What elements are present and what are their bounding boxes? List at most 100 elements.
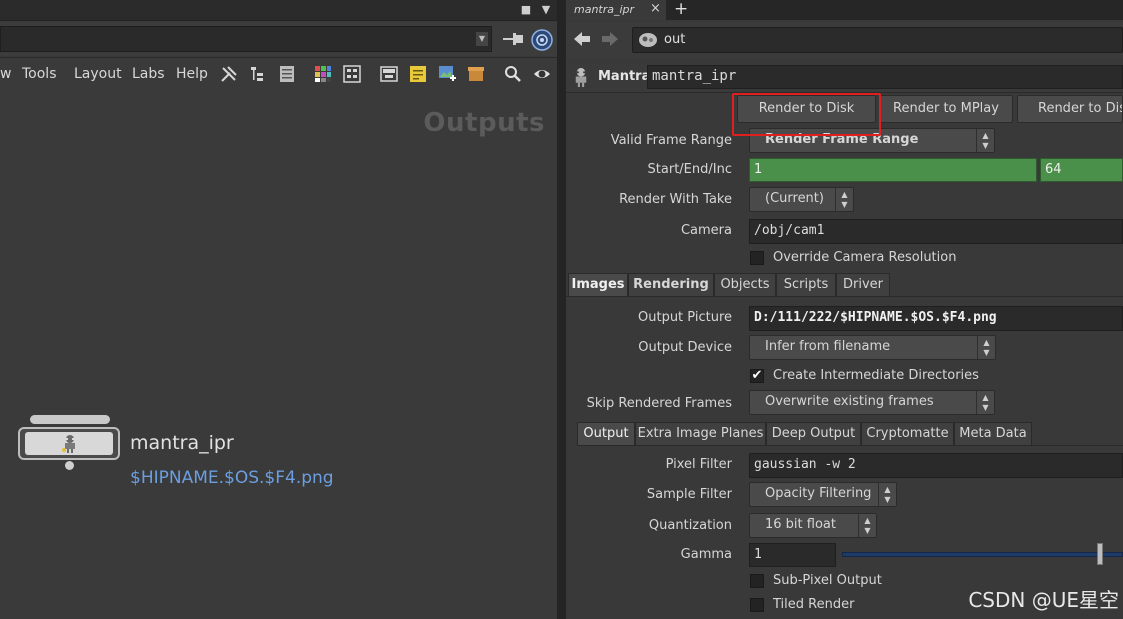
start-end-inc-label: Start/End/Inc — [647, 162, 732, 177]
render-to-mplay-button[interactable]: Render to MPlay — [879, 95, 1013, 123]
note-icon[interactable] — [409, 65, 427, 83]
pixel-filter-field[interactable]: gaussian -w 2 — [749, 453, 1123, 478]
camera-robot-icon — [62, 435, 75, 453]
output-context-icon — [639, 33, 657, 47]
valid-frame-range-label: Valid Frame Range — [610, 133, 732, 148]
override-camera-resolution-checkbox[interactable] — [750, 251, 764, 265]
menu-help[interactable]: Help — [176, 66, 208, 82]
add-tab-icon[interactable]: + — [674, 0, 688, 19]
updown-arrows-icon: ▲ ▼ — [976, 391, 994, 414]
menu-layout[interactable]: Layout — [74, 66, 122, 82]
node-header: Mantra mantra_ipr — [566, 62, 1123, 93]
node-input-bar[interactable] — [30, 415, 110, 424]
network-menubar: w Tools Layout Labs Help — [0, 57, 557, 91]
sample-filter-menu[interactable]: Opacity Filtering ▲ ▼ — [749, 482, 897, 507]
override-camera-resolution-label: Override Camera Resolution — [773, 250, 957, 265]
pane-menu-arrow-icon[interactable]: ▼ — [538, 2, 554, 18]
render-with-take-menu[interactable]: (Current) ▲ ▼ — [749, 187, 854, 212]
network-editor-canvas[interactable]: Outputs — [0, 90, 557, 619]
gamma-slider-track[interactable] — [842, 552, 1123, 557]
render-with-take-label: Render With Take — [619, 192, 732, 207]
updown-arrows-icon: ▲ ▼ — [878, 483, 896, 506]
updown-arrows-icon: ▲ ▼ — [976, 129, 994, 152]
back-arrow-icon[interactable] — [572, 30, 592, 48]
quantization-label: Quantization — [648, 518, 732, 533]
layout-icon[interactable] — [380, 65, 398, 83]
subtab-deep-output[interactable]: Deep Output — [766, 422, 861, 446]
tab-divider — [566, 296, 1123, 297]
skip-rendered-frames-value: Overwrite existing frames — [765, 394, 934, 409]
navigation-bar: out — [566, 22, 1123, 58]
tiled-render-checkbox[interactable] — [750, 598, 764, 612]
subtab-cryptomatte[interactable]: Cryptomatte — [861, 422, 954, 446]
sample-filter-value: Opacity Filtering — [765, 486, 872, 501]
render-with-take-value: (Current) — [765, 191, 824, 206]
camera-path-field[interactable]: /obj/cam1 — [749, 219, 1123, 244]
pane-divider[interactable] — [557, 0, 566, 619]
menu-labs[interactable]: Labs — [132, 66, 165, 82]
skip-rendered-frames-menu[interactable]: Overwrite existing frames ▲ ▼ — [749, 390, 995, 415]
grid-icon[interactable] — [343, 65, 361, 83]
search-icon[interactable] — [504, 65, 522, 83]
path-label: out — [664, 32, 686, 47]
eye-icon[interactable] — [533, 65, 551, 83]
end-frame-field[interactable]: 64 — [1040, 158, 1123, 182]
subtab-output[interactable]: Output — [577, 422, 635, 446]
output-picture-field[interactable]: D:/111/222/$HIPNAME.$OS.$F4.png — [749, 306, 1123, 331]
pin-icon[interactable] — [503, 30, 525, 48]
start-frame-field[interactable]: 1 — [749, 158, 1037, 182]
mantra-node-icon — [575, 68, 587, 87]
gamma-label: Gamma — [680, 547, 732, 562]
gamma-slider-handle[interactable] — [1097, 543, 1103, 565]
node-name-label[interactable]: mantra_ipr — [130, 432, 234, 454]
network-target-icon[interactable] — [531, 29, 553, 51]
pane-tab-mantra-ipr[interactable]: mantra_ipr × — [566, 0, 666, 20]
node-name-field[interactable]: mantra_ipr — [647, 65, 1123, 89]
tab-images[interactable]: Images — [568, 273, 628, 297]
path-bar: ▼ — [0, 22, 557, 56]
sub-pixel-output-label: Sub-Pixel Output — [773, 573, 882, 588]
close-icon[interactable]: × — [650, 1, 661, 16]
create-intermediate-directories-checkbox[interactable]: ✔ — [750, 369, 764, 383]
subtab-extra-image-planes[interactable]: Extra Image Planes — [635, 422, 766, 446]
sub-pixel-output-checkbox[interactable] — [750, 574, 764, 588]
quantization-menu[interactable]: 16 bit float ▲ ▼ — [749, 513, 877, 538]
subtab-meta-data[interactable]: Meta Data — [954, 422, 1032, 446]
output-device-label: Output Device — [638, 340, 732, 355]
menu-tools[interactable]: Tools — [22, 66, 57, 82]
render-to-disk-background-button[interactable]: Render to Disk — [1017, 95, 1123, 123]
tab-driver[interactable]: Driver — [836, 273, 890, 297]
image-add-icon[interactable] — [438, 65, 456, 83]
box-icon[interactable] — [467, 65, 485, 83]
output-picture-label: Output Picture — [638, 310, 732, 325]
updown-arrows-icon: ▲ ▼ — [858, 514, 876, 537]
network-pane: ■ ▼ ▼ w Tools Layout Labs Help Outputs m… — [0, 0, 557, 619]
camera-label: Camera — [680, 223, 732, 238]
list-icon[interactable] — [278, 65, 296, 83]
tab-rendering[interactable]: Rendering — [628, 273, 714, 297]
menu-view[interactable]: w — [0, 66, 11, 82]
chevron-down-icon[interactable]: ▼ — [476, 32, 488, 46]
network-path-field[interactable]: out — [632, 27, 1123, 53]
output-device-value: Infer from filename — [765, 339, 891, 354]
pixel-filter-label: Pixel Filter — [665, 457, 732, 472]
watermark-text: CSDN @UE星空 — [968, 588, 1119, 612]
updown-arrows-icon: ▲ ▼ — [835, 188, 853, 211]
tab-scripts[interactable]: Scripts — [776, 273, 836, 297]
pane-tab-label: mantra_ipr — [574, 3, 635, 16]
gamma-field[interactable]: 1 — [749, 543, 836, 567]
tree-icon[interactable] — [249, 65, 267, 83]
color-palette-icon[interactable] — [314, 65, 332, 83]
skip-rendered-frames-label: Skip Rendered Frames — [586, 396, 732, 411]
path-combo[interactable]: ▼ — [0, 26, 492, 52]
node-type-label: Mantra — [598, 69, 651, 84]
mantra-node[interactable] — [18, 427, 120, 460]
tiled-render-label: Tiled Render — [773, 597, 855, 612]
forward-arrow-icon[interactable] — [600, 30, 620, 48]
node-output-connector[interactable] — [65, 461, 74, 470]
wrench-icon[interactable] — [220, 65, 238, 83]
output-device-menu[interactable]: Infer from filename ▲ ▼ — [749, 335, 996, 360]
maximize-icon[interactable]: ■ — [518, 2, 534, 18]
network-context-label: Outputs — [423, 108, 545, 138]
tab-objects[interactable]: Objects — [714, 273, 776, 297]
